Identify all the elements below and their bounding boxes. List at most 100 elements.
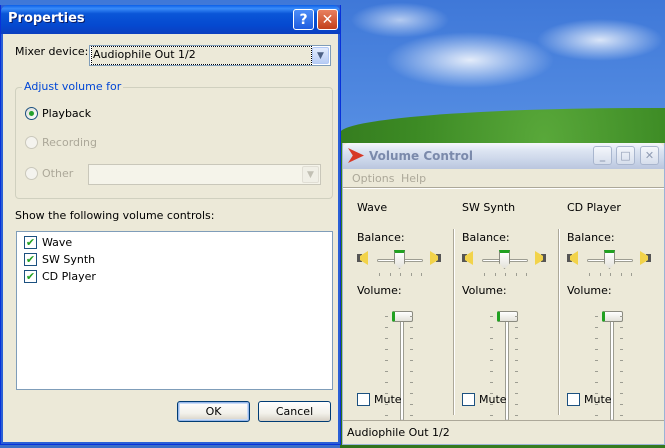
volume-tick [490, 415, 493, 416]
balance-slider-thumb[interactable] [394, 250, 405, 269]
balance-tick [505, 273, 506, 276]
volume-label: Volume: [567, 284, 612, 297]
checkbox-sw-synth[interactable]: ✔ [24, 253, 37, 266]
mixer-device-select[interactable]: Audiophile Out 1/2 ▼ [89, 45, 331, 66]
volume-tick [385, 393, 388, 394]
volume-tick [490, 360, 493, 361]
balance-tick [599, 273, 601, 276]
radio-other-label: Other [42, 167, 74, 180]
checkbox-cd-player[interactable]: ✔ [24, 270, 37, 283]
volume-tick [515, 415, 518, 416]
volume-tick [595, 371, 598, 372]
status-bar: Audiophile Out 1/2 [343, 420, 664, 444]
volume-tick [410, 349, 413, 350]
channel-cd-player: CD Player Balance: Volume: Mute [553, 189, 657, 421]
volume-tick [410, 371, 413, 372]
balance-tick [515, 273, 517, 276]
chevron-down-icon[interactable]: ▼ [312, 47, 329, 64]
speaker-app-icon [348, 148, 364, 163]
radio-playback[interactable]: Playback [25, 107, 91, 120]
balance-tick [484, 273, 485, 276]
show-controls-label: Show the following volume controls: [15, 209, 215, 222]
volume-control-titlebar[interactable]: Volume Control _ □ ✕ [343, 143, 664, 169]
menu-options[interactable]: Options [352, 172, 394, 185]
volume-tick [620, 415, 623, 416]
volume-tick [595, 415, 598, 416]
list-item[interactable]: ✔ Wave [24, 236, 72, 249]
balance-tick [631, 273, 632, 276]
mute-checkbox-box[interactable] [357, 393, 370, 406]
balance-tick [379, 273, 380, 276]
volume-tick [515, 360, 518, 361]
maximize-button[interactable]: □ [616, 146, 635, 165]
volume-tick [515, 404, 518, 405]
properties-titlebar[interactable]: Properties ? ✕ [1, 5, 340, 34]
volume-tick [515, 382, 518, 383]
balance-tick [389, 273, 391, 276]
balance-tick [526, 273, 527, 276]
volume-tick [490, 393, 493, 394]
volume-tick [515, 393, 518, 394]
minimize-button[interactable]: _ [593, 146, 612, 165]
close-button[interactable]: ✕ [640, 146, 659, 165]
list-item-label: Wave [42, 236, 73, 249]
balance-tick [610, 273, 611, 276]
menu-help[interactable]: Help [401, 172, 426, 185]
balance-slider-thumb[interactable] [604, 250, 615, 269]
radio-playback-indicator[interactable] [25, 107, 38, 120]
checkbox-wave[interactable]: ✔ [24, 236, 37, 249]
close-button[interactable]: ✕ [317, 9, 338, 30]
radio-recording-indicator[interactable] [25, 136, 38, 149]
radio-recording[interactable]: Recording [25, 136, 97, 149]
ok-button[interactable]: OK [177, 401, 250, 422]
list-item[interactable]: ✔ SW Synth [24, 253, 95, 266]
volume-tick [620, 404, 623, 405]
volume-tick [515, 349, 518, 350]
volume-tick [620, 371, 623, 372]
channel-wave: Wave Balance: Volume: Mute [343, 189, 447, 421]
channel-name: CD Player [567, 201, 621, 214]
status-device-name: Audiophile Out 1/2 [347, 426, 450, 439]
volume-tick [410, 404, 413, 405]
mute-checkbox-wave[interactable]: Mute [357, 393, 402, 406]
mute-checkbox-box[interactable] [567, 393, 580, 406]
volume-tick [515, 371, 518, 372]
volume-tick [410, 316, 413, 317]
radio-other[interactable]: Other [25, 167, 73, 180]
volume-tick [385, 360, 388, 361]
volume-tick [620, 338, 623, 339]
mixer-device-label: Mixer device: [15, 45, 89, 58]
speaker-right-icon [429, 251, 441, 265]
volume-tick [385, 316, 388, 317]
speaker-right-icon [534, 251, 546, 265]
mute-checkbox-cd-player[interactable]: Mute [567, 393, 612, 406]
volume-tick [385, 349, 388, 350]
radio-other-indicator[interactable] [25, 167, 38, 180]
volume-tick [595, 338, 598, 339]
other-device-value [91, 166, 301, 183]
balance-tick [620, 273, 622, 276]
list-item[interactable]: ✔ CD Player [24, 270, 96, 283]
volume-tick [385, 382, 388, 383]
list-item-label: SW Synth [42, 253, 96, 266]
mute-checkbox-box[interactable] [462, 393, 475, 406]
channel-name: Wave [357, 201, 388, 214]
volume-tick [385, 338, 388, 339]
channel-sw-synth: SW Synth Balance: Volume: Mute [448, 189, 552, 421]
properties-dialog: Properties ? ✕ Mixer device: Audiophile … [0, 5, 341, 445]
volume-tick [490, 404, 493, 405]
balance-tick [494, 273, 496, 276]
volume-tick [620, 393, 623, 394]
balance-slider-thumb[interactable] [499, 250, 510, 269]
chevron-down-icon[interactable]: ▼ [302, 166, 319, 183]
channel-name: SW Synth [462, 201, 516, 214]
volume-controls-list[interactable]: ✔ Wave ✔ SW Synth ✔ CD Player [16, 231, 333, 390]
cancel-button[interactable]: Cancel [258, 401, 331, 422]
volume-tick [595, 349, 598, 350]
other-device-select[interactable]: ▼ [88, 164, 321, 185]
volume-tick [595, 316, 598, 317]
maximize-icon: □ [620, 149, 631, 162]
mute-checkbox-sw-synth[interactable]: Mute [462, 393, 507, 406]
volume-tick [515, 338, 518, 339]
help-button[interactable]: ? [293, 9, 314, 30]
